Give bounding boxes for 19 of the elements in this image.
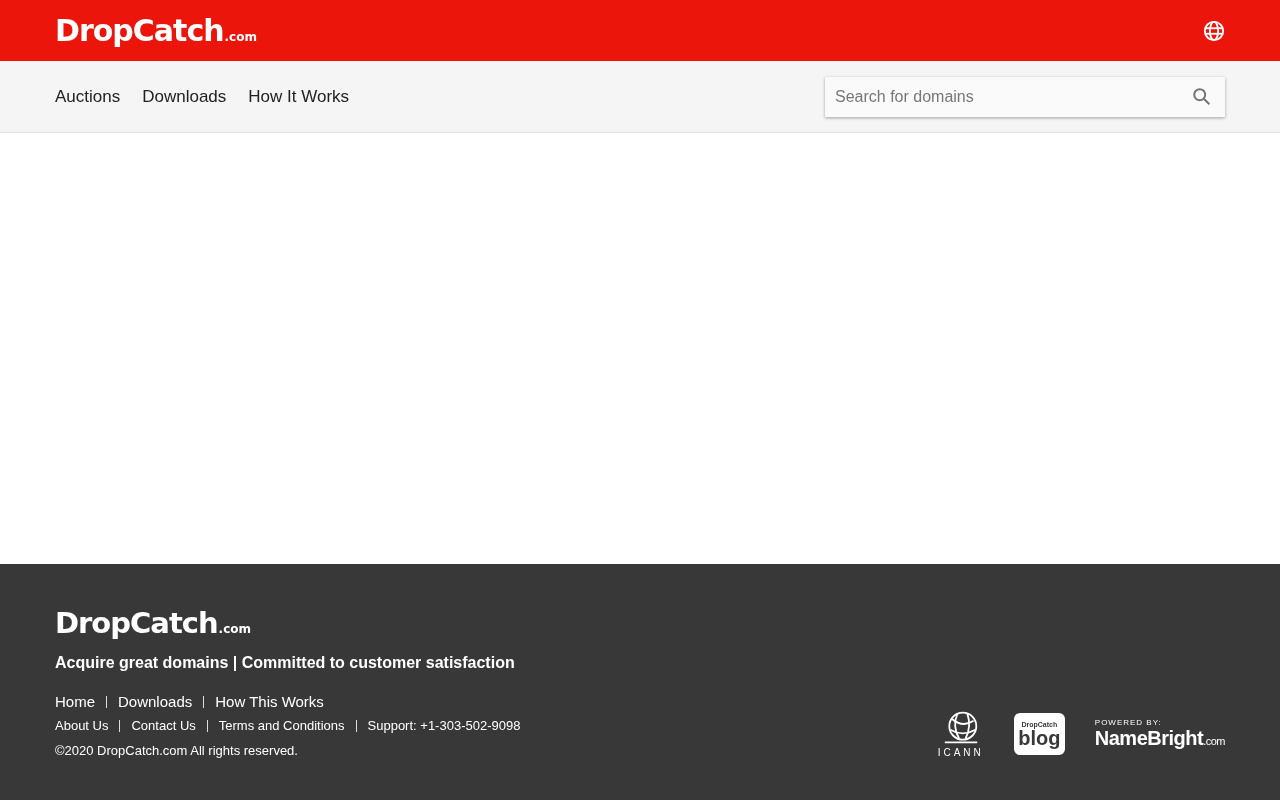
search-field[interactable]: Search for domains xyxy=(825,76,1225,117)
footer-logo[interactable]: DropCatch.com xyxy=(55,609,252,638)
footer-link[interactable]: Home xyxy=(55,693,95,710)
footer-link[interactable]: Terms and Conditions xyxy=(218,718,345,733)
search-icon[interactable] xyxy=(1191,85,1213,108)
footer-link[interactable]: Support: +1-303-502-9098 xyxy=(367,718,521,733)
nav-link[interactable]: Auctions xyxy=(55,86,121,107)
globe-icon[interactable] xyxy=(1203,19,1225,42)
tagline: Acquire great domains | Committed to customer satisfaction xyxy=(55,654,515,672)
footer-link[interactable]: How This Works xyxy=(215,693,324,710)
icann-logo[interactable]: ICANN xyxy=(937,710,984,758)
footer-link[interactable]: Contact Us xyxy=(131,718,196,733)
nav-link[interactable]: Downloads xyxy=(142,86,227,107)
site-logo[interactable]: DropCatch.com xyxy=(55,15,257,46)
nav-link[interactable]: How It Works xyxy=(248,86,350,107)
footer-link[interactable]: Downloads xyxy=(118,693,193,710)
namebright-logo[interactable]: POWERED BY: NameBright.com xyxy=(1094,718,1225,750)
copyright-text: ©2020 DropCatch.com All rights reserved. xyxy=(55,743,298,758)
footer-link[interactable]: About Us xyxy=(55,718,109,733)
